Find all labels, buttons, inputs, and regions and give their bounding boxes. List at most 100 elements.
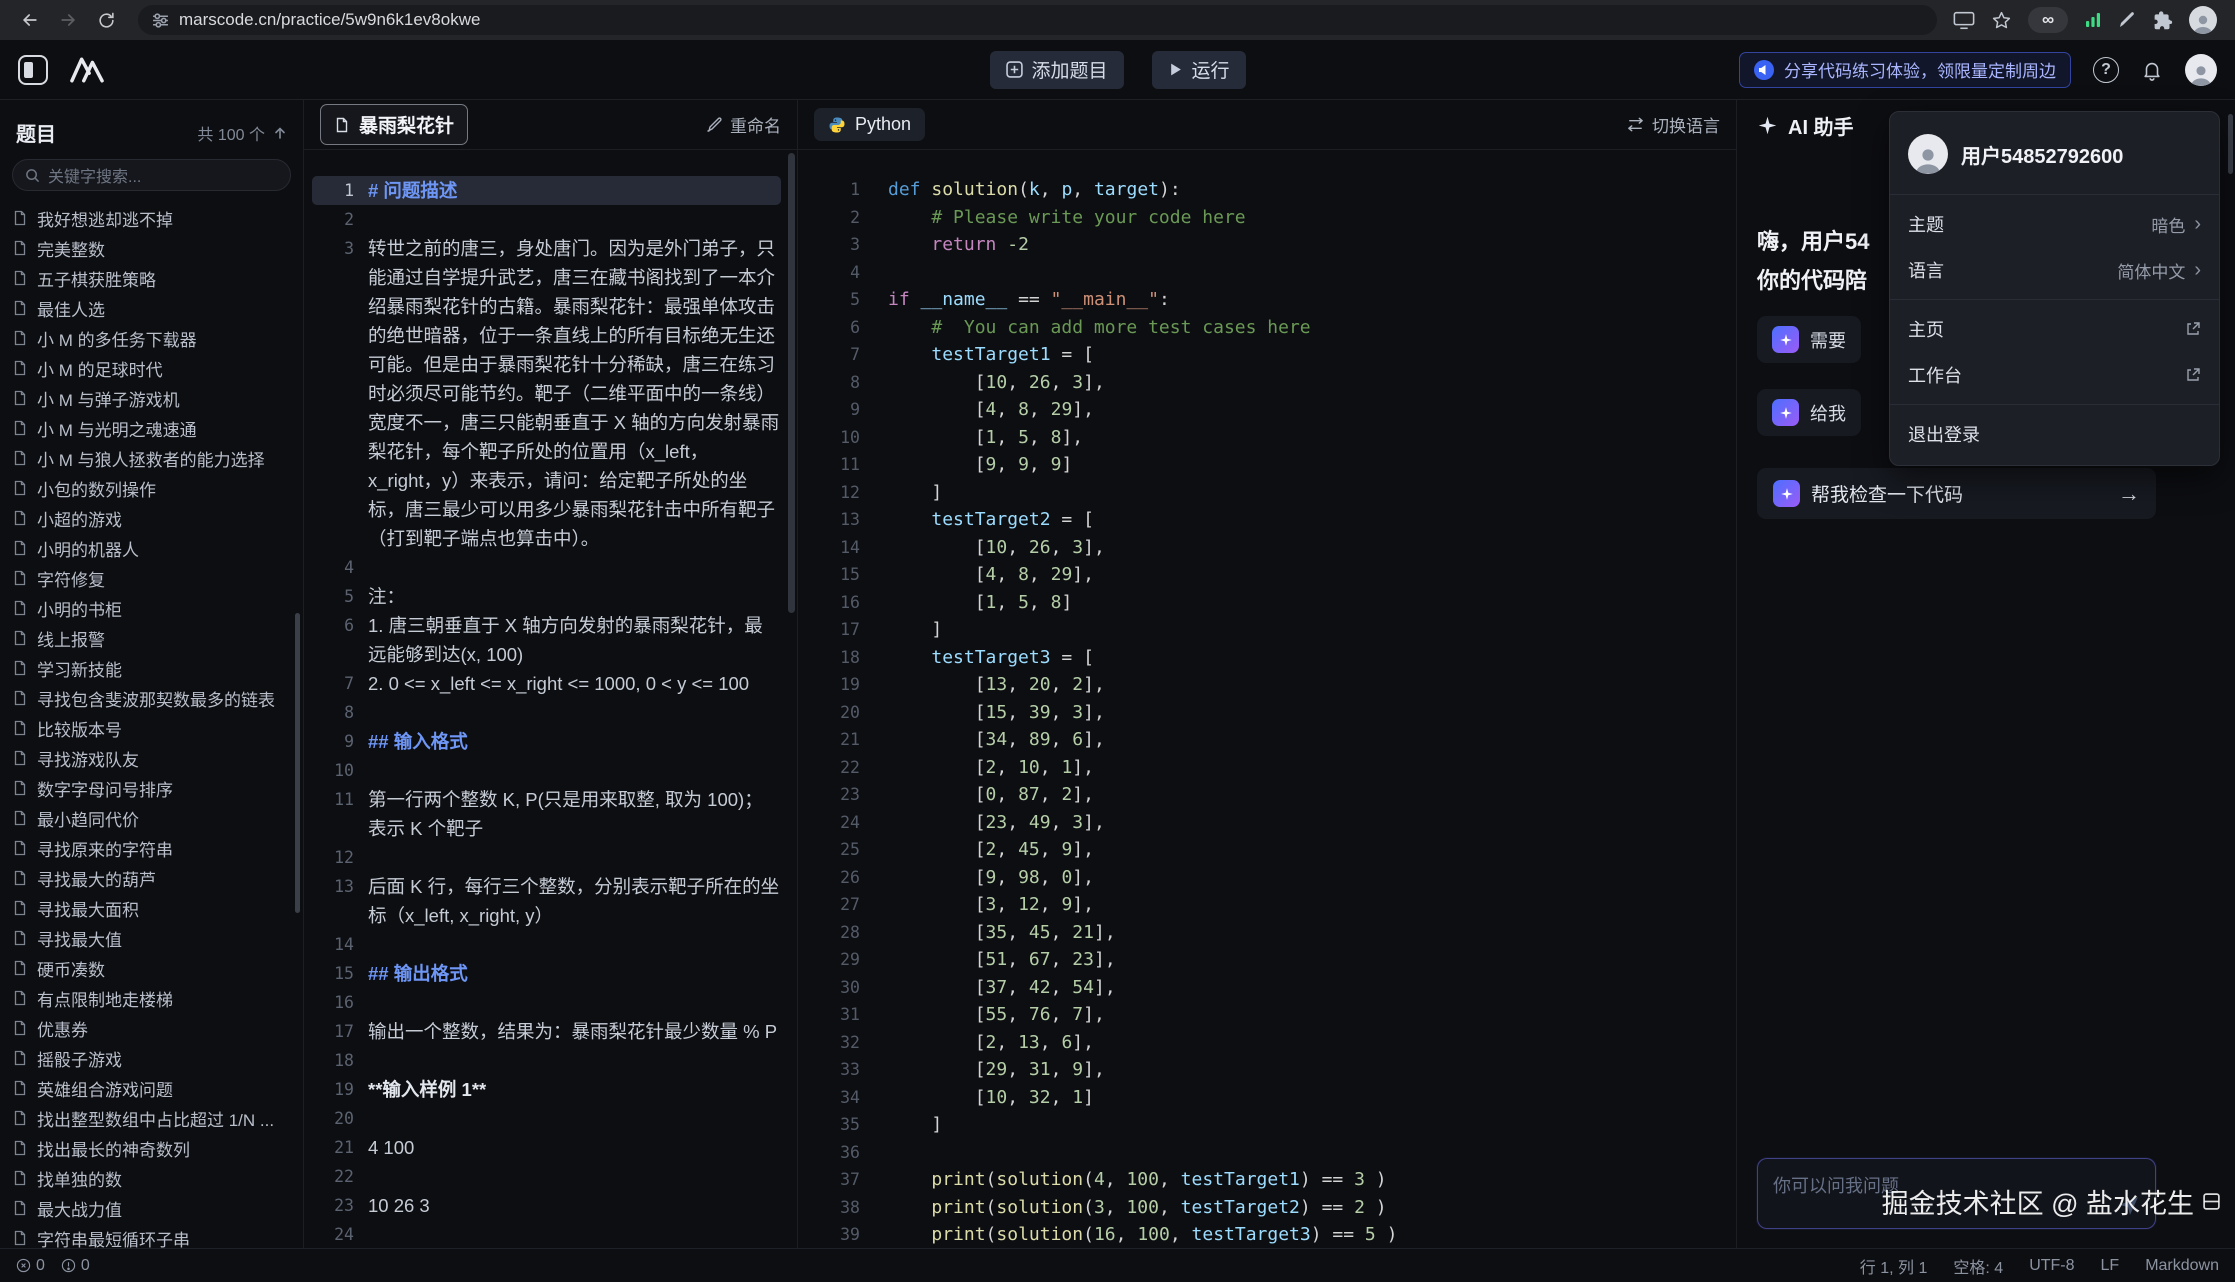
problem-list-item[interactable]: 小 M 与狼人拯救者的能力选择 bbox=[0, 443, 303, 473]
share-banner[interactable]: 分享代码练习体验，领限量定制周边 bbox=[1739, 52, 2071, 88]
problem-list-item[interactable]: 有点限制地走楼梯 bbox=[0, 983, 303, 1013]
problem-list-item[interactable]: 寻找最大面积 bbox=[0, 893, 303, 923]
forward-button[interactable] bbox=[52, 4, 84, 36]
search-input[interactable]: 关键字搜索... bbox=[12, 159, 291, 191]
code-line[interactable]: 16 [1, 5, 8] bbox=[798, 589, 1736, 617]
user-avatar[interactable] bbox=[2185, 54, 2217, 86]
cast-icon[interactable] bbox=[1953, 11, 1975, 30]
problem-list-item[interactable]: 字符修复 bbox=[0, 563, 303, 593]
menu-item-home[interactable]: 主页 bbox=[1890, 306, 2219, 352]
code-line[interactable]: 21 [34, 89, 6], bbox=[798, 726, 1736, 754]
meter-extension-icon[interactable] bbox=[2084, 11, 2102, 29]
problem-list-item[interactable]: 找出最长的神奇数列 bbox=[0, 1133, 303, 1163]
problem-line[interactable]: 17输出一个整数，结果为：暴雨梨花针最少数量 % P bbox=[312, 1017, 781, 1046]
problem-line[interactable]: 12 bbox=[312, 843, 781, 872]
problem-list-item[interactable]: 优惠券 bbox=[0, 1013, 303, 1043]
problem-line[interactable]: 10 bbox=[312, 756, 781, 785]
problem-line[interactable]: 72. 0 <= x_left <= x_right <= 1000, 0 < … bbox=[312, 669, 781, 698]
menu-item-language[interactable]: 语言 简体中文› bbox=[1890, 247, 2219, 293]
code-line[interactable]: 31 [55, 76, 7], bbox=[798, 1001, 1736, 1029]
code-line[interactable]: 39 print(solution(16, 100, testTarget3) … bbox=[798, 1221, 1736, 1248]
problem-line[interactable]: 61. 唐三朝垂直于 X 轴方向发射的暴雨梨花针，最远能够到达(x, 100) bbox=[312, 611, 781, 669]
problem-line[interactable]: 13后面 K 行，每行三个整数，分别表示靶子所在的坐标（x_left, x_ri… bbox=[312, 872, 781, 930]
problem-line[interactable]: 11第一行两个整数 K, P(只是用来取整, 取为 100)；表示 K 个靶子 bbox=[312, 785, 781, 843]
code-line[interactable]: 15 [4, 8, 29], bbox=[798, 561, 1736, 589]
code-line[interactable]: 1def solution(k, p, target): bbox=[798, 176, 1736, 204]
sidebar-toggle-icon[interactable] bbox=[18, 55, 48, 85]
problem-list-item[interactable]: 摇骰子游戏 bbox=[0, 1043, 303, 1073]
problem-line[interactable]: 18 bbox=[312, 1046, 781, 1075]
problem-tab[interactable]: 暴雨梨花针 bbox=[320, 104, 468, 145]
problem-line[interactable]: 19**输入样例 1** bbox=[312, 1075, 781, 1104]
code-line[interactable]: 17 ] bbox=[798, 616, 1736, 644]
code-line[interactable]: 37 print(solution(4, 100, testTarget1) =… bbox=[798, 1166, 1736, 1194]
problem-list-item[interactable]: 小 M 与弹子游戏机 bbox=[0, 383, 303, 413]
collapse-up-icon[interactable] bbox=[273, 126, 287, 140]
problem-list-item[interactable]: 硬币凑数 bbox=[0, 953, 303, 983]
problem-list-item[interactable]: 小 M 的多任务下载器 bbox=[0, 323, 303, 353]
rename-button[interactable]: 重命名 bbox=[707, 112, 781, 137]
code-line[interactable]: 19 [13, 20, 2], bbox=[798, 671, 1736, 699]
code-line[interactable]: 3 return -2 bbox=[798, 231, 1736, 259]
code-line[interactable]: 32 [2, 13, 6], bbox=[798, 1029, 1736, 1057]
code-line[interactable]: 2 # Please write your code here bbox=[798, 204, 1736, 232]
code-line[interactable]: 10 [1, 5, 8], bbox=[798, 424, 1736, 452]
bell-icon[interactable] bbox=[2141, 59, 2163, 81]
back-button[interactable] bbox=[14, 4, 46, 36]
code-line[interactable]: 36 bbox=[798, 1139, 1736, 1167]
problem-list-item[interactable]: 找出整型数组中占比超过 1/N ... bbox=[0, 1103, 303, 1133]
check-code-button[interactable]: 帮我检查一下代码 → bbox=[1757, 468, 2156, 519]
problem-line[interactable]: 15## 输出格式 bbox=[312, 959, 781, 988]
pen-extension-icon[interactable] bbox=[2118, 11, 2136, 29]
code-line[interactable]: 7 testTarget1 = [ bbox=[798, 341, 1736, 369]
browser-profile-icon[interactable] bbox=[2189, 6, 2217, 34]
code-line[interactable]: 33 [29, 31, 9], bbox=[798, 1056, 1736, 1084]
problem-scrollbar[interactable] bbox=[788, 153, 795, 613]
problem-list-item[interactable]: 寻找原来的字符串 bbox=[0, 833, 303, 863]
problem-list-item[interactable]: 小明的机器人 bbox=[0, 533, 303, 563]
code-line[interactable]: 20 [15, 39, 3], bbox=[798, 699, 1736, 727]
problem-list-item[interactable]: 我好想逃却逃不掉 bbox=[0, 203, 303, 233]
code-line[interactable]: 14 [10, 26, 3], bbox=[798, 534, 1736, 562]
problem-list-item[interactable]: 小 M 的足球时代 bbox=[0, 353, 303, 383]
problem-list-item[interactable]: 完美整数 bbox=[0, 233, 303, 263]
problem-list-item[interactable]: 小 M 与光明之魂速通 bbox=[0, 413, 303, 443]
code-line[interactable]: 27 [3, 12, 9], bbox=[798, 891, 1736, 919]
language-tab[interactable]: Python bbox=[814, 108, 925, 141]
refresh-button[interactable] bbox=[90, 4, 122, 36]
problem-line[interactable]: 14 bbox=[312, 930, 781, 959]
problem-list-item[interactable]: 英雄组合游戏问题 bbox=[0, 1073, 303, 1103]
problem-line[interactable]: 24 bbox=[312, 1220, 781, 1248]
ai-scrollbar[interactable] bbox=[2228, 114, 2233, 174]
code-line[interactable]: 4 bbox=[798, 259, 1736, 287]
problem-line[interactable]: 22 bbox=[312, 1162, 781, 1191]
code-line[interactable]: 34 [10, 32, 1] bbox=[798, 1084, 1736, 1112]
marscode-logo[interactable] bbox=[68, 56, 106, 84]
code-line[interactable]: 24 [23, 49, 3], bbox=[798, 809, 1736, 837]
code-line[interactable]: 11 [9, 9, 9] bbox=[798, 451, 1736, 479]
code-line[interactable]: 23 [0, 87, 2], bbox=[798, 781, 1736, 809]
ai-suggestion-button-1[interactable]: 需要 bbox=[1757, 316, 1861, 363]
switch-language-button[interactable]: 切换语言 bbox=[1626, 112, 1720, 137]
code-line[interactable]: 12 ] bbox=[798, 479, 1736, 507]
problem-line[interactable]: 3转世之前的唐三，身处唐门。因为是外门弟子，只能通过自学提升武艺，唐三在藏书阁找… bbox=[312, 234, 781, 553]
problem-list-item[interactable]: 五子棋获胜策略 bbox=[0, 263, 303, 293]
code-line[interactable]: 29 [51, 67, 23], bbox=[798, 946, 1736, 974]
ai-suggestion-button-2[interactable]: 给我 bbox=[1757, 389, 1861, 436]
problem-list-item[interactable]: 寻找包含斐波那契数最多的链表 bbox=[0, 683, 303, 713]
problem-list-item[interactable]: 小超的游戏 bbox=[0, 503, 303, 533]
menu-item-theme[interactable]: 主题 暗色› bbox=[1890, 201, 2219, 247]
code-line[interactable]: 5if __name__ == "__main__": bbox=[798, 286, 1736, 314]
code-line[interactable]: 18 testTarget3 = [ bbox=[798, 644, 1736, 672]
problem-list-item[interactable]: 线上报警 bbox=[0, 623, 303, 653]
problem-line[interactable]: 2310 26 3 bbox=[312, 1191, 781, 1220]
problem-list-item[interactable]: 小包的数列操作 bbox=[0, 473, 303, 503]
problem-line[interactable]: 4 bbox=[312, 553, 781, 582]
bookmark-star-icon[interactable] bbox=[1991, 10, 2012, 31]
code-line[interactable]: 13 testTarget2 = [ bbox=[798, 506, 1736, 534]
add-problem-button[interactable]: 添加题目 bbox=[989, 51, 1123, 89]
problem-list-item[interactable]: 最小趋同代价 bbox=[0, 803, 303, 833]
code-line[interactable]: 8 [10, 26, 3], bbox=[798, 369, 1736, 397]
problem-line[interactable]: 214 100 bbox=[312, 1133, 781, 1162]
problem-list-item[interactable]: 数字字母问号排序 bbox=[0, 773, 303, 803]
